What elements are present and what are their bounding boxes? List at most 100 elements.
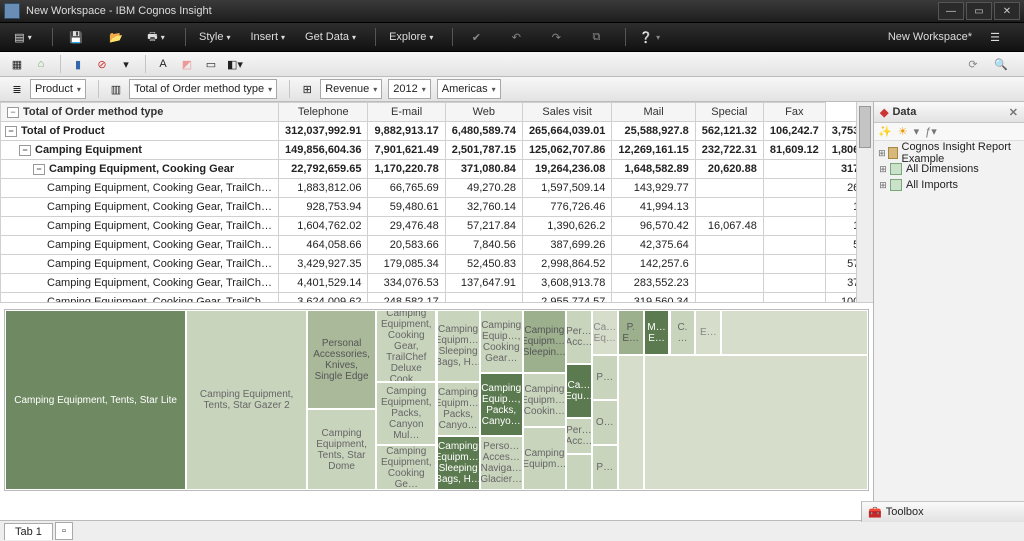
cell[interactable]: 371,080.84 [445, 160, 522, 179]
cell[interactable] [763, 160, 825, 179]
font-icon[interactable]: A [152, 54, 174, 74]
column-header[interactable]: Fax [763, 103, 825, 122]
table-row[interactable]: Camping Equipment, Cooking Gear, TrailCh… [1, 236, 874, 255]
cell[interactable]: 32,760.14 [445, 198, 522, 217]
search-icon[interactable]: 🔍 [990, 54, 1012, 74]
vertical-scrollbar[interactable] [856, 102, 873, 302]
options-icon[interactable]: ▾ [914, 125, 920, 138]
cell[interactable]: 137,647.91 [445, 274, 522, 293]
column-header[interactable]: Telephone [279, 103, 368, 122]
cell[interactable] [695, 293, 763, 304]
cell[interactable]: 2,501,787.15 [445, 141, 522, 160]
ordermethod-filter[interactable]: Total of Order method type▾ [129, 79, 277, 99]
minimize-button[interactable]: — [938, 2, 964, 20]
table-icon[interactable]: ▦ [6, 54, 28, 74]
collapse-corner[interactable]: − [7, 107, 19, 118]
cell[interactable]: 928,753.94 [279, 198, 368, 217]
treemap-tile[interactable]: Camping Equipment, Cooking Gear, TrailCh… [376, 310, 436, 382]
dropdown-icon[interactable]: ▾ [115, 54, 137, 74]
cell[interactable]: 179,085.34 [368, 255, 445, 274]
style-menu[interactable]: Style▾ [192, 26, 237, 48]
cell[interactable]: 3,624,009.62 [279, 293, 368, 304]
home-icon[interactable]: ⌂ [30, 54, 52, 74]
explore-menu[interactable]: Explore▾ [382, 26, 440, 48]
fill-icon[interactable]: ◩ [176, 54, 198, 74]
treemap-tile[interactable]: Camping Equipment, Tents, Star Lite [5, 310, 186, 490]
cell[interactable]: 16,067.48 [695, 217, 763, 236]
delete-icon[interactable]: ⊘ [91, 54, 113, 74]
cell[interactable]: 3,608,913.78 [522, 274, 611, 293]
expand-toggle[interactable]: − [19, 145, 31, 156]
copy-icon[interactable]: ⧉ [579, 26, 613, 48]
table-row[interactable]: Camping Equipment, Cooking Gear, TrailCh… [1, 274, 874, 293]
border-icon[interactable]: ▭ [200, 54, 222, 74]
insert-menu[interactable]: Insert▾ [243, 26, 292, 48]
table-row[interactable]: Camping Equipment, Cooking Gear, TrailCh… [1, 217, 874, 236]
new-button[interactable]: ▤▾ [6, 26, 40, 48]
cell[interactable] [763, 179, 825, 198]
cell[interactable]: 2,955,774.57 [522, 293, 611, 304]
cell[interactable]: 125,062,707.86 [522, 141, 611, 160]
cell[interactable]: 2,998,864.52 [522, 255, 611, 274]
treemap-tile[interactable]: Camping Equipment, Tents, Star Dome [307, 409, 376, 490]
cell[interactable]: 81,609.12 [763, 141, 825, 160]
treemap-tile[interactable]: Ca… Eq… [592, 310, 618, 355]
treemap-tile[interactable] [644, 355, 868, 490]
cell[interactable]: 12,269,161.15 [612, 141, 695, 160]
treemap-tile[interactable]: Camping Equipment, Cooking Ge… [376, 445, 436, 490]
close-button[interactable]: ✕ [994, 2, 1020, 20]
treemap-tile[interactable]: Camping Equip…, Cooking Gear… [480, 310, 523, 373]
column-header[interactable]: Mail [612, 103, 695, 122]
cell[interactable]: 776,726.46 [522, 198, 611, 217]
column-header[interactable]: Web [445, 103, 522, 122]
treemap-tile[interactable]: P… [592, 355, 618, 400]
cell[interactable]: 3,429,927.35 [279, 255, 368, 274]
treemap-tile[interactable]: Camping Equip…, Packs, Canyo… [480, 373, 523, 436]
region-filter[interactable]: Americas▾ [437, 79, 501, 99]
getdata-menu[interactable]: Get Data▾ [298, 26, 363, 48]
treemap-tile[interactable]: Camping Equipm…, Packs, Canyo… [437, 382, 480, 436]
treemap-tile[interactable]: C. … [670, 310, 696, 355]
treemap-tile[interactable] [721, 310, 868, 355]
cell[interactable] [763, 198, 825, 217]
cell[interactable]: 25,588,927.8 [612, 122, 695, 141]
cell[interactable]: 106,242.7 [763, 122, 825, 141]
cell[interactable]: 387,699.26 [522, 236, 611, 255]
cell[interactable]: 7,901,621.49 [368, 141, 445, 160]
cell[interactable] [695, 179, 763, 198]
table-row[interactable]: −Camping Equipment, Cooking Gear22,792,6… [1, 160, 874, 179]
cell[interactable]: 20,620.88 [695, 160, 763, 179]
cell[interactable] [695, 236, 763, 255]
cell[interactable]: 42,375.64 [612, 236, 695, 255]
treemap-tile[interactable]: P… [592, 445, 618, 490]
cell[interactable]: 283,552.23 [612, 274, 695, 293]
cell[interactable]: 1,604,762.02 [279, 217, 368, 236]
table-row[interactable]: Camping Equipment, Cooking Gear, TrailCh… [1, 179, 874, 198]
treemap-tile[interactable]: Camping Equipm…, Sleepin… [523, 310, 566, 373]
cell[interactable] [695, 255, 763, 274]
cell[interactable] [763, 236, 825, 255]
cell[interactable]: 319,560.34 [612, 293, 695, 304]
treemap-tile[interactable]: Perso… Acces… Naviga… Glacier… [480, 436, 523, 490]
cell[interactable]: 29,476.48 [368, 217, 445, 236]
close-pane-icon[interactable]: ✕ [1009, 106, 1018, 119]
cell[interactable] [763, 255, 825, 274]
product-filter[interactable]: Product▾ [30, 79, 86, 99]
cell[interactable] [695, 198, 763, 217]
treemap-tile[interactable] [566, 454, 592, 490]
cell[interactable]: 1,597,509.14 [522, 179, 611, 198]
treemap-tile[interactable]: Camping Equipm…, Sleeping Bags, H… [437, 436, 480, 490]
cell[interactable]: 334,076.53 [368, 274, 445, 293]
treemap-tile[interactable]: Camping Equipment, Tents, Star Gazer 2 [186, 310, 307, 490]
cell[interactable]: 57,217.84 [445, 217, 522, 236]
table-row[interactable]: Camping Equipment, Cooking Gear, TrailCh… [1, 293, 874, 304]
column-header[interactable]: Special [695, 103, 763, 122]
undo-icon[interactable]: ↶ [499, 26, 533, 48]
treemap-tile[interactable]: Camping Equipm… [523, 427, 566, 490]
treemap-tile[interactable]: Camping Equipment, Packs, Canyon Mul… [376, 382, 436, 445]
cell[interactable]: 9,882,913.17 [368, 122, 445, 141]
cell[interactable]: 41,994.13 [612, 198, 695, 217]
column-header[interactable]: E-mail [368, 103, 445, 122]
cell[interactable]: 22,792,659.65 [279, 160, 368, 179]
year-filter[interactable]: 2012▾ [388, 79, 431, 99]
